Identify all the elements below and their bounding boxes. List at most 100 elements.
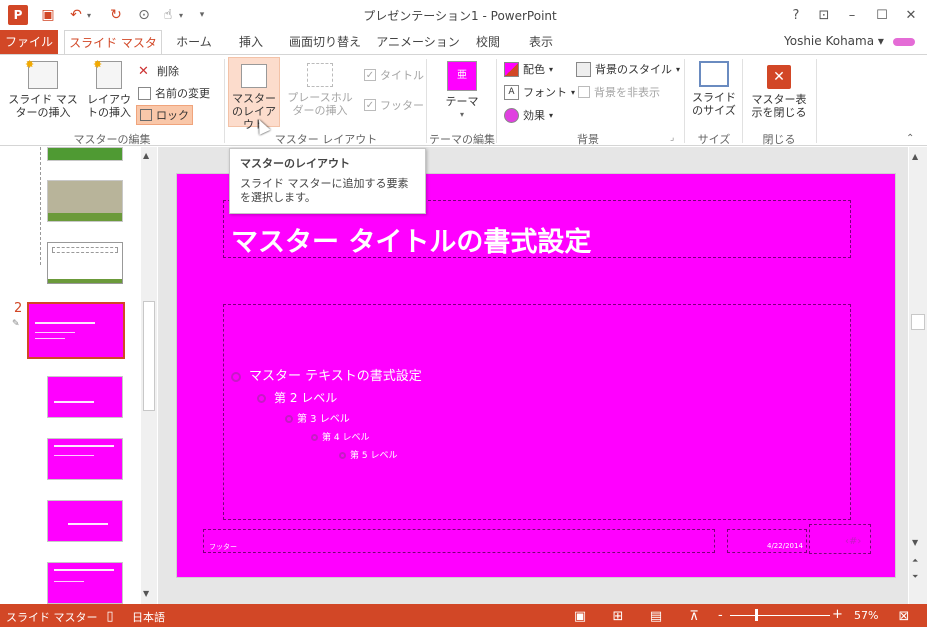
- insert-layout-button[interactable]: ✸ レイアウトの挿入: [84, 58, 134, 125]
- user-name[interactable]: Yoshie Kohama ▾: [784, 34, 884, 48]
- tab-insert[interactable]: 挿入: [228, 30, 274, 54]
- title-checkbox-icon: ✓: [364, 69, 376, 81]
- fit-to-window-icon[interactable]: ⊠: [894, 606, 914, 626]
- effects-icon: [504, 107, 519, 123]
- background-styles-button[interactable]: 背景のスタイル ▾: [576, 59, 680, 79]
- themes-button[interactable]: 亜 テーマ ▾: [440, 59, 484, 125]
- tab-home[interactable]: ホーム: [168, 30, 220, 54]
- next-slide-icon[interactable]: ⏷: [912, 572, 918, 582]
- insert-layout-icon: ✸: [93, 58, 122, 89]
- thumbnail-layout[interactable]: [47, 562, 123, 604]
- thumbnail-layout[interactable]: [47, 242, 123, 284]
- hierarchy-line: [40, 147, 41, 265]
- customize-qat-icon[interactable]: ▾: [196, 5, 208, 25]
- thumbnail-layout[interactable]: [47, 147, 123, 161]
- ribbon-display-options-icon[interactable]: ⊡: [812, 4, 836, 26]
- title-checkbox[interactable]: ✓ タイトル: [364, 65, 424, 85]
- editor-scroll-down-icon[interactable]: ▼: [912, 538, 918, 547]
- tab-file[interactable]: ファイル: [0, 30, 58, 54]
- themes-dropdown-icon: ▾: [459, 110, 464, 119]
- tab-view[interactable]: 表示: [516, 30, 566, 54]
- slide-size-button[interactable]: スライドのサイズ: [688, 59, 740, 125]
- zoom-slider-thumb[interactable]: [755, 609, 758, 621]
- master-layout-button[interactable]: マスターのレイアウト: [228, 57, 280, 131]
- group-label-edit-master: マスターの編集: [73, 133, 151, 146]
- touch-mode-icon[interactable]: ☝: [158, 5, 178, 25]
- rename-icon: [138, 86, 151, 100]
- text-level-1: マスター テキストの書式設定: [231, 365, 422, 384]
- rename-button[interactable]: 名前の変更: [138, 83, 210, 103]
- editor-scrollbar-thumb[interactable]: [911, 314, 925, 330]
- minimize-button[interactable]: –: [840, 4, 864, 26]
- thumbnail-layout[interactable]: [47, 438, 123, 480]
- thumbnail-slide-master[interactable]: [27, 302, 125, 359]
- start-slideshow-icon[interactable]: ⊙: [134, 5, 154, 25]
- thumbnail-scroll-down-icon[interactable]: ▼: [143, 589, 149, 598]
- footers-checkbox[interactable]: ✓ フッター: [364, 95, 424, 115]
- tab-slide-master[interactable]: スライド マスター: [64, 30, 162, 74]
- effects-button[interactable]: 効果 ▾: [504, 105, 553, 125]
- thumbnail-scroll-up-icon[interactable]: ▲: [143, 151, 149, 160]
- editor-scroll-up-icon[interactable]: ▲: [912, 152, 918, 161]
- tab-animations[interactable]: アニメーション: [376, 30, 460, 54]
- tooltip: マスターのレイアウト スライド マスターに追加する要素を選択します。: [229, 148, 426, 214]
- background-styles-icon: [576, 61, 591, 77]
- fonts-button[interactable]: A フォント ▾: [504, 82, 575, 102]
- touch-mode-dropdown-icon[interactable]: ▾: [176, 5, 186, 25]
- thumbnail-layout[interactable]: [47, 180, 123, 222]
- help-button[interactable]: ?: [784, 4, 808, 26]
- close-master-view-button[interactable]: ✕ マスター表示を閉じる: [746, 59, 812, 125]
- background-dialog-launcher-icon[interactable]: ⌟: [670, 133, 674, 143]
- bullet-icon: [339, 452, 346, 459]
- tooltip-body: スライド マスターに追加する要素を選択します。: [240, 177, 409, 204]
- slide[interactable]: マスター タイトルの書式設定 マスター テキストの書式設定 第 2 レベル 第 …: [176, 173, 896, 578]
- delete-icon: ✕: [138, 63, 149, 79]
- zoom-level[interactable]: 57%: [854, 609, 878, 622]
- slideshow-icon[interactable]: ⊼: [684, 606, 704, 626]
- slide-sorter-icon[interactable]: ⊞: [608, 606, 628, 626]
- footer-placeholder[interactable]: [203, 529, 715, 553]
- powerpoint-logo-icon[interactable]: P: [8, 5, 28, 25]
- pin-icon: ✎: [12, 319, 20, 329]
- group-separator: [224, 59, 225, 143]
- save-icon[interactable]: ▣: [38, 5, 58, 25]
- window-title: プレゼンテーション1 - PowerPoint: [363, 9, 557, 23]
- selected-slide-number: 2: [14, 301, 23, 316]
- thumbnail-layout[interactable]: [47, 376, 123, 418]
- redo-icon[interactable]: ↻: [106, 5, 126, 25]
- slide-number-placeholder[interactable]: [809, 524, 871, 554]
- date-text: 4/22/2014: [767, 542, 803, 550]
- insert-placeholder-button[interactable]: プレースホルダーの挿入: [282, 59, 358, 125]
- status-language[interactable]: 日本語: [132, 609, 165, 625]
- previous-slide-icon[interactable]: ⏶: [912, 556, 918, 566]
- group-separator: [684, 59, 685, 143]
- reading-view-icon[interactable]: ▤: [646, 606, 666, 626]
- bullet-icon: [257, 394, 266, 403]
- restore-button[interactable]: ☐: [870, 4, 894, 26]
- user-avatar-icon[interactable]: [893, 38, 915, 46]
- thumbnail-scrollbar-thumb[interactable]: [143, 301, 155, 411]
- close-window-button[interactable]: ✕: [899, 4, 923, 26]
- bullet-icon: [231, 371, 241, 382]
- insert-slide-master-button[interactable]: ✸ スライド マスターの挿入: [4, 58, 82, 125]
- colors-button[interactable]: 配色 ▾: [504, 59, 553, 79]
- zoom-in-button[interactable]: +: [832, 607, 843, 622]
- group-label-close: 閉じる: [762, 133, 796, 146]
- normal-view-icon[interactable]: ▣: [570, 606, 590, 626]
- undo-icon[interactable]: ↶: [66, 5, 86, 25]
- tab-transitions[interactable]: 画面切り替え: [282, 30, 368, 54]
- preserve-button[interactable]: ロック: [136, 105, 193, 125]
- thumbnail-layout[interactable]: [47, 500, 123, 542]
- status-bar: スライド マスター ▯ 日本語 ▣ ⊞ ▤ ⊼ - + 57% ⊠: [0, 604, 927, 627]
- collapse-ribbon-icon[interactable]: ⌃: [906, 133, 914, 144]
- footer-text: フッター: [209, 543, 237, 551]
- spelling-check-icon[interactable]: ▯: [100, 606, 120, 626]
- editor-scrollbar[interactable]: [909, 147, 927, 604]
- hide-background-checkbox[interactable]: 背景を非表示: [578, 82, 660, 102]
- undo-dropdown-icon[interactable]: ▾: [84, 5, 94, 25]
- delete-button[interactable]: ✕ 削除: [138, 61, 179, 81]
- tab-review[interactable]: 校閲: [468, 30, 508, 54]
- zoom-out-button[interactable]: -: [718, 608, 723, 623]
- zoom-slider[interactable]: [730, 615, 830, 616]
- fonts-icon: A: [504, 84, 519, 100]
